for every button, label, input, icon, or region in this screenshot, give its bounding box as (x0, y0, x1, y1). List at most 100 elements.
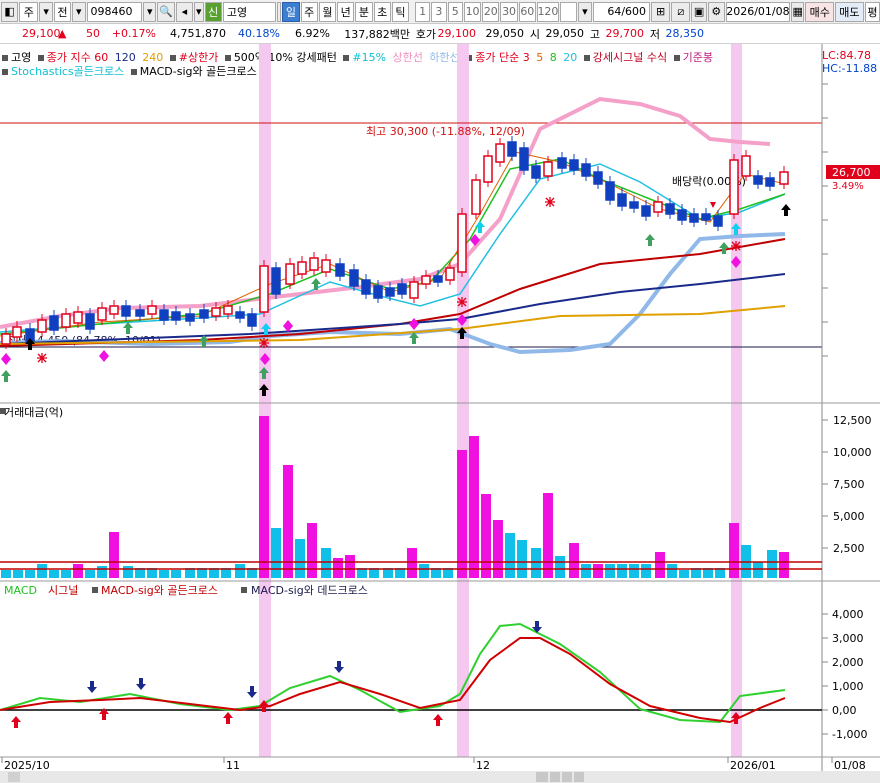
eval-button[interactable]: 평 (864, 1, 880, 22)
diamond-marker (283, 320, 293, 332)
interval-1[interactable]: 1 (414, 1, 431, 22)
scrollbar[interactable] (0, 771, 880, 783)
period-tick-tab[interactable]: 틱 (391, 1, 410, 22)
period-year-tab[interactable]: 년 (337, 1, 355, 22)
bid-label: 호가 (415, 27, 436, 41)
legend-square-icon (92, 587, 98, 593)
speaker-dropdown-icon[interactable]: ▾ (193, 1, 204, 22)
code-dropdown-icon[interactable]: ▾ (143, 1, 157, 22)
volume-bar (171, 570, 181, 578)
volume-bar (407, 548, 417, 578)
interval-30[interactable]: 30 (500, 1, 518, 22)
volume-bar (767, 550, 777, 578)
volume-bar (321, 548, 331, 578)
menu-icon[interactable]: ◧ (1, 1, 19, 22)
stock-type-dropdown-icon[interactable]: ▾ (39, 1, 53, 22)
prev-button[interactable]: 전 (53, 1, 72, 22)
star-marker (259, 338, 269, 348)
buy-button[interactable]: 매수 (805, 1, 835, 22)
volume-bar (97, 566, 107, 578)
candle-body (569, 159, 579, 171)
candle-body (593, 171, 603, 185)
candle-body (409, 281, 419, 299)
highlight-column (457, 44, 469, 757)
last-price-pct: 3.49% (832, 181, 864, 192)
toolbar: ◧ 주 ▾ 전 ▾ 098460 ▾ 🔍 ◂ ▾ 신 고영 일 주 월 년 분 … (0, 0, 880, 24)
code-input[interactable]: 098460 (86, 1, 143, 22)
interval-dropdown-icon[interactable]: ▾ (578, 1, 592, 22)
volume-bar (283, 465, 293, 578)
candle-body (471, 179, 481, 215)
candle-body (641, 205, 651, 217)
volume-bar (345, 555, 355, 578)
macd-legend-dead: MACD-sig와 데드크로스 (251, 584, 368, 597)
scroll-left-button[interactable] (8, 772, 20, 782)
candle-body (121, 305, 131, 317)
volume-bar (271, 528, 281, 578)
candle-body (309, 257, 319, 271)
candle-body (385, 287, 395, 297)
volume-bar (159, 570, 169, 578)
x-tick-label: 12 (476, 759, 490, 772)
period-day-tab[interactable]: 일 (282, 1, 300, 22)
stock-name-field[interactable]: 고영 (222, 1, 277, 22)
period-minute-tab[interactable]: 분 (355, 1, 373, 22)
candle-body (349, 269, 359, 287)
candle-body (211, 307, 221, 317)
volume-bar (61, 570, 71, 578)
save-icon[interactable]: ▣ (691, 1, 707, 22)
candle-body (159, 309, 169, 321)
gear-icon[interactable]: ⚙ (707, 1, 725, 22)
search-icon[interactable]: 🔍 (157, 1, 175, 22)
period-month-tab[interactable]: 월 (318, 1, 337, 22)
volume-tick-label: 5,000 (833, 510, 865, 523)
price-axis (822, 83, 828, 357)
scroll-thumb-mid[interactable] (550, 772, 560, 782)
highlight-column (731, 44, 742, 757)
quote-bid: 29,100 (437, 27, 477, 40)
interval-20[interactable]: 20 (482, 1, 500, 22)
interval-60[interactable]: 60 (518, 1, 536, 22)
candle-body (729, 159, 739, 215)
date-input[interactable]: 2026/01/08 (725, 1, 790, 22)
quote-price: 29,100 (22, 27, 61, 40)
interval-120[interactable]: 120 (536, 1, 559, 22)
interval-3[interactable]: 3 (431, 1, 447, 22)
volume-tick-label: 10,000 (833, 446, 872, 459)
macd-tick-label: 3,000 (832, 632, 864, 645)
volume-bar (457, 450, 467, 578)
volume-bar (13, 570, 23, 578)
volume-title: 거래대금(억) (4, 406, 63, 419)
grid-icon[interactable]: ⊞ (651, 1, 671, 22)
period-second-tab[interactable]: 초 (373, 1, 391, 22)
volume-tick-label: 7,500 (833, 478, 865, 491)
scroll-thumb-right[interactable] (562, 772, 572, 782)
scroll-thumb-left[interactable] (536, 772, 548, 782)
stock-type-select[interactable]: 주 (19, 1, 39, 22)
candle-body (495, 143, 505, 163)
candle-body (373, 285, 383, 299)
interval-5[interactable]: 5 (447, 1, 463, 22)
macd-legend-macd: MACD (4, 584, 37, 597)
count-input[interactable]: 64/600 (592, 1, 651, 22)
period-week-tab[interactable]: 주 (300, 1, 318, 22)
x-tick-label: 01/08 (834, 759, 866, 772)
calendar-icon[interactable]: ▦ (790, 1, 805, 22)
arrow-up-marker (645, 234, 655, 246)
interval-custom-input[interactable] (559, 1, 578, 22)
legend-square-icon (0, 408, 6, 414)
scroll-right-button[interactable] (574, 772, 584, 782)
speaker-icon[interactable]: ◂ (175, 1, 193, 22)
candle-body (297, 261, 307, 275)
prev-dropdown-icon[interactable]: ▾ (72, 1, 86, 22)
chart-icon[interactable]: ⧄ (671, 1, 691, 22)
candle-body (247, 313, 257, 327)
star-marker (545, 197, 555, 207)
chart-area[interactable]: 최고 30,300 (-11.88%, 12/09) 최저 14,450 (84… (0, 44, 880, 783)
sell-button[interactable]: 매도 (835, 1, 864, 22)
interval-10[interactable]: 10 (463, 1, 482, 22)
candle-body (519, 147, 529, 171)
legend-square-icon (241, 587, 247, 593)
volume-bar (641, 564, 651, 578)
price-panel: 최고 30,300 (-11.88%, 12/09) 최저 14,450 (84… (0, 96, 822, 396)
